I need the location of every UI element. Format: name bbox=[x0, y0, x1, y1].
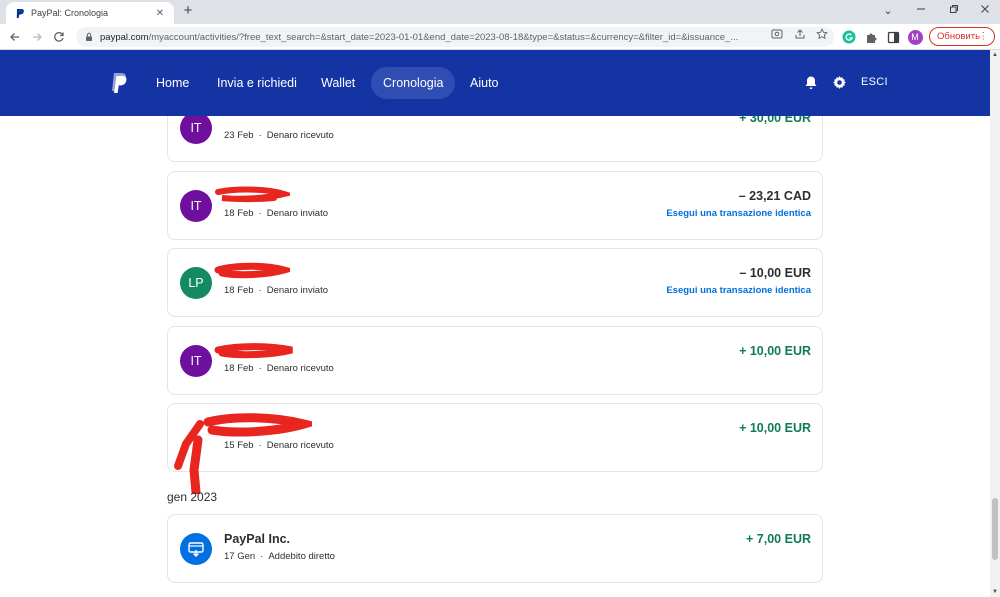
redaction-scribble bbox=[215, 186, 290, 203]
logout-link[interactable]: ESCI bbox=[861, 76, 888, 88]
update-label: Обновить bbox=[937, 31, 981, 42]
nav-cronologia[interactable]: Cronologia bbox=[371, 67, 456, 99]
paypal-header: Home Invia e richiedi Wallet Cronologia … bbox=[0, 50, 990, 116]
transaction-meta: 17 Gen · Addebito diretto bbox=[224, 551, 335, 562]
share-icon[interactable] bbox=[793, 28, 807, 42]
nav-invia-e-richiedi[interactable]: Invia e richiedi bbox=[205, 67, 309, 99]
extensions-puzzle-icon[interactable] bbox=[863, 29, 879, 45]
month-heading: gen 2023 bbox=[167, 490, 218, 504]
grammarly-extension-icon[interactable] bbox=[841, 29, 857, 45]
redaction-scribble bbox=[214, 262, 290, 279]
transaction-meta: 18 Feb · Denaro inviato bbox=[224, 285, 329, 296]
activity-list: IT 23 Feb · Denaro ricevuto + 30,00 EUR IT… bbox=[0, 116, 990, 597]
browser-toolbar: paypal.com/myaccount/activities/?free_te… bbox=[0, 24, 1000, 50]
restore-window-icon[interactable] bbox=[943, 2, 965, 20]
avatar: IT bbox=[180, 345, 212, 377]
transaction-card[interactable]: LP 18 Feb · Denaro inviato – 10,00 EUR Ese… bbox=[167, 248, 823, 317]
new-tab-button[interactable]: + bbox=[180, 3, 196, 19]
bookmark-star-icon[interactable] bbox=[815, 28, 829, 42]
tab-title: PayPal: Cronologia bbox=[31, 8, 109, 18]
transaction-amount: + 30,00 EUR bbox=[739, 116, 811, 125]
nav-home[interactable]: Home bbox=[144, 67, 201, 99]
side-panel-icon[interactable] bbox=[885, 29, 901, 45]
scroll-down-arrow-icon[interactable]: ▼ bbox=[990, 587, 1000, 597]
paypal-favicon-icon bbox=[14, 8, 25, 19]
transaction-card[interactable]: IT 18 Feb · Denaro ricevuto + 10,00 EUR bbox=[167, 326, 823, 395]
redaction-scribble bbox=[174, 413, 312, 494]
reload-icon[interactable] bbox=[50, 28, 68, 46]
redaction-scribble bbox=[214, 343, 293, 359]
tab-close-icon[interactable]: ✕ bbox=[154, 8, 166, 19]
lock-icon bbox=[86, 32, 92, 41]
google-lens-icon[interactable] bbox=[770, 28, 784, 42]
transaction-amount: – 10,00 EUR bbox=[739, 266, 811, 280]
transaction-card[interactable]: IT 18 Feb · Denaro inviato – 23,21 CAD Ese… bbox=[167, 171, 823, 240]
menu-kebab-icon[interactable]: ⋮ bbox=[979, 28, 989, 45]
transaction-card[interactable]: IT 23 Feb · Denaro ricevuto + 30,00 EUR bbox=[167, 116, 823, 162]
back-arrow-icon[interactable] bbox=[6, 28, 24, 46]
paypal-logo[interactable] bbox=[109, 72, 129, 96]
tab-search-chevron-icon[interactable]: ⌄ bbox=[877, 2, 899, 20]
nav-wallet[interactable]: Wallet bbox=[309, 67, 367, 99]
avatar: IT bbox=[180, 116, 212, 144]
bell-icon[interactable] bbox=[803, 74, 819, 90]
transaction-amount: + 10,00 EUR bbox=[739, 344, 811, 358]
transaction-card[interactable]: PayPal Inc. 17 Gen · Addebito diretto + 7,… bbox=[167, 514, 823, 583]
url-text: paypal.com/myaccount/activities/?free_te… bbox=[100, 31, 739, 43]
forward-arrow-icon[interactable] bbox=[28, 28, 46, 46]
scrollbar-thumb[interactable] bbox=[992, 498, 998, 560]
address-bar[interactable]: paypal.com/myaccount/activities/?free_te… bbox=[76, 27, 834, 47]
repeat-transaction-link[interactable]: Esegui una transazione identica bbox=[666, 285, 811, 296]
scroll-up-arrow-icon[interactable]: ▲ bbox=[990, 50, 1000, 60]
repeat-transaction-link[interactable]: Esegui una transazione identica bbox=[666, 208, 811, 219]
avatar: IT bbox=[180, 190, 212, 222]
transaction-meta: 23 Feb · Denaro ricevuto bbox=[224, 130, 334, 141]
merchant-name: PayPal Inc. bbox=[224, 532, 291, 546]
transaction-amount: + 10,00 EUR bbox=[739, 421, 811, 435]
transaction-card[interactable]: 15 Feb · Denaro ricevuto + 10,00 EUR bbox=[167, 403, 823, 494]
profile-avatar[interactable]: M bbox=[907, 29, 923, 45]
browser-update-button[interactable]: Обновить ⋮ bbox=[929, 27, 995, 46]
bank-transfer-icon bbox=[180, 533, 212, 565]
transaction-amount: – 23,21 CAD bbox=[738, 189, 811, 203]
nav-aiuto[interactable]: Aiuto bbox=[458, 67, 511, 99]
minimize-window-icon[interactable] bbox=[910, 2, 932, 20]
transaction-meta: 18 Feb · Denaro ricevuto bbox=[224, 363, 334, 374]
browser-tab-strip: PayPal: Cronologia ✕ + ⌄ bbox=[0, 0, 1000, 24]
avatar: LP bbox=[180, 267, 212, 299]
page-scrollbar[interactable]: ▲ ▼ bbox=[990, 50, 1000, 597]
browser-tab[interactable]: PayPal: Cronologia ✕ bbox=[6, 2, 174, 24]
gear-icon[interactable] bbox=[831, 74, 847, 90]
transaction-meta: 18 Feb · Denaro inviato bbox=[224, 208, 329, 219]
close-window-icon[interactable] bbox=[974, 2, 996, 20]
transaction-amount: + 7,00 EUR bbox=[746, 532, 811, 546]
